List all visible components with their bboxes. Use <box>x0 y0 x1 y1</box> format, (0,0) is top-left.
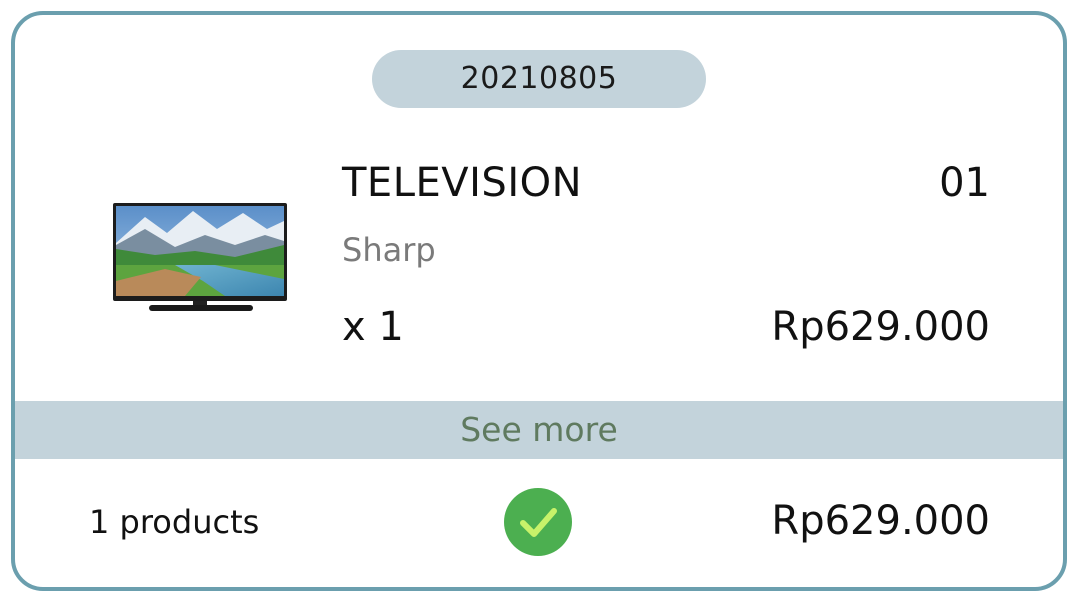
product-name: TELEVISION <box>342 160 583 206</box>
order-card: 20210805 TELEVISION 01 Sharp x 1 Rp629.0… <box>11 11 1067 591</box>
order-total: Rp629.000 <box>771 498 990 544</box>
product-price: Rp629.000 <box>771 304 990 350</box>
product-index: 01 <box>939 160 990 206</box>
product-count: 1 products <box>89 503 260 541</box>
television-icon <box>113 203 287 311</box>
check-circle-icon <box>504 488 572 556</box>
see-more-button[interactable]: See more <box>15 401 1063 459</box>
order-code-badge: 20210805 <box>372 50 706 108</box>
product-quantity: x 1 <box>342 304 404 350</box>
product-brand: Sharp <box>342 231 436 269</box>
